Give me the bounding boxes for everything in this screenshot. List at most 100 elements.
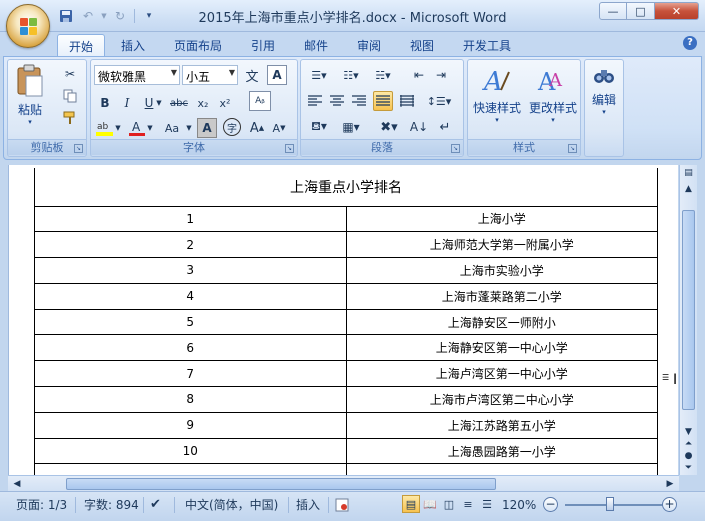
school-cell[interactable]: 上海市蓬莱路第二小学 xyxy=(345,282,658,310)
cut-icon[interactable]: ✂ xyxy=(60,64,80,84)
table-row[interactable]: 4 上海市蓬莱路第二小学 xyxy=(34,282,658,310)
school-cell[interactable]: 上海市实验小学 xyxy=(345,257,658,284)
bold-icon[interactable]: B xyxy=(95,93,115,113)
font-name-select[interactable]: 微软雅黑 ▼ xyxy=(94,65,180,85)
change-case-icon[interactable]: Aa xyxy=(159,118,185,138)
vertical-scroll-thumb[interactable] xyxy=(682,210,695,410)
borders-icon[interactable]: ▦▾ xyxy=(337,117,365,137)
distribute-icon[interactable] xyxy=(397,91,417,111)
previous-page-icon[interactable]: ⏶ xyxy=(682,438,695,450)
school-cell[interactable]: 上海市卢湾区第二中心小学 xyxy=(345,386,658,413)
table-row[interactable]: 2 上海师范大学第一附属小学 xyxy=(34,231,658,259)
format-painter-icon[interactable] xyxy=(60,108,80,128)
rank-cell[interactable]: 10 xyxy=(34,437,347,465)
zoom-in-icon[interactable]: + xyxy=(662,497,677,512)
chinese-layout-icon[interactable]: ✖▾ xyxy=(375,117,403,137)
quick-styles-button[interactable]: A 快速样式 ▾ xyxy=(470,64,524,124)
table-row[interactable]: 7 上海卢湾区第一中心小学 xyxy=(34,360,658,388)
zoom-level[interactable]: 120% xyxy=(502,496,536,514)
tab-view[interactable]: 视图 xyxy=(402,34,442,56)
rank-cell[interactable]: 9 xyxy=(34,411,347,439)
grow-font-icon[interactable]: A ▲ xyxy=(247,118,267,138)
numbering-icon[interactable]: ☷▾ xyxy=(337,65,365,85)
full-screen-reading-icon[interactable]: 📖 xyxy=(421,495,439,513)
help-icon[interactable]: ? xyxy=(683,36,697,50)
page-count[interactable]: 页面: 1/3 xyxy=(16,496,67,514)
phonetic-guide-icon[interactable]: 文 xyxy=(242,65,262,85)
scroll-right-icon[interactable]: ▶ xyxy=(663,476,677,492)
word-count[interactable]: 字数: 894 xyxy=(84,496,139,514)
bullets-icon[interactable]: ☰▾ xyxy=(305,65,333,85)
italic-icon[interactable]: I xyxy=(117,93,137,113)
clear-formatting-icon[interactable]: Aᵦ xyxy=(249,91,271,111)
scroll-up-icon[interactable]: ▲ xyxy=(682,183,695,195)
character-shading-icon[interactable]: A xyxy=(197,118,217,138)
tab-references[interactable]: 引用 xyxy=(243,34,283,56)
school-cell[interactable]: 上海静安区第一中心小学 xyxy=(345,334,658,362)
paste-button[interactable]: 粘贴 ▾ xyxy=(12,64,48,126)
styles-launcher-icon[interactable]: ↘ xyxy=(568,144,577,153)
font-size-select[interactable]: 小五 ▼ xyxy=(182,65,238,85)
change-case-dropdown-icon[interactable]: ▼ xyxy=(184,118,194,138)
rank-cell[interactable]: 8 xyxy=(34,386,347,413)
tab-mailings[interactable]: 邮件 xyxy=(296,34,336,56)
ruler-toggle-icon[interactable]: ▤ xyxy=(682,167,695,179)
shrink-font-icon[interactable]: A ▼ xyxy=(269,118,289,138)
strikethrough-icon[interactable]: abc xyxy=(167,93,191,113)
increase-indent-icon[interactable]: ⇥ xyxy=(431,65,451,85)
next-page-icon[interactable]: ⏷ xyxy=(682,462,695,474)
change-styles-button[interactable]: AA 更改样式 ▾ xyxy=(526,64,580,124)
document-page[interactable]: 上海重点小学排名 1 上海小学 2 上海师范大学第一附属小学 3 上海市实验小学 4 上海市蓬… xyxy=(8,165,678,475)
outline-view-icon[interactable]: ≡ xyxy=(459,495,477,513)
table-row[interactable] xyxy=(34,463,658,475)
rank-cell[interactable]: 7 xyxy=(34,360,347,388)
select-browse-object-icon[interactable]: ● xyxy=(682,450,695,462)
sort-icon[interactable]: A↓ xyxy=(409,117,429,137)
tab-page-layout[interactable]: 页面布局 xyxy=(167,34,229,56)
font-color-dropdown-icon[interactable]: ▼ xyxy=(145,118,155,138)
print-layout-view-icon[interactable]: ▤ xyxy=(402,495,420,513)
zoom-slider-knob[interactable] xyxy=(606,497,614,511)
table-row[interactable]: 8 上海市卢湾区第二中心小学 xyxy=(34,386,658,413)
school-cell[interactable] xyxy=(345,463,658,475)
school-cell[interactable]: 上海师范大学第一附属小学 xyxy=(345,231,658,259)
proofing-icon[interactable]: ✔ xyxy=(150,496,161,514)
subscript-icon[interactable]: x₂ xyxy=(193,93,213,113)
justify-icon[interactable] xyxy=(373,91,393,111)
align-center-icon[interactable] xyxy=(327,91,347,111)
rank-cell[interactable]: 5 xyxy=(34,308,347,336)
rank-cell[interactable]: 4 xyxy=(34,282,347,310)
align-left-icon[interactable] xyxy=(305,91,325,111)
table-row[interactable]: 9 上海江苏路第五小学 xyxy=(34,411,658,439)
school-cell[interactable]: 上海卢湾区第一中心小学 xyxy=(345,360,658,388)
ranking-table[interactable]: 上海重点小学排名 1 上海小学 2 上海师范大学第一附属小学 3 上海市实验小学 4 上海市蓬… xyxy=(34,168,658,475)
minimize-button[interactable]: — xyxy=(599,2,627,20)
shading-icon[interactable]: ⛾▾ xyxy=(305,117,333,137)
paragraph-launcher-icon[interactable]: ↘ xyxy=(451,144,460,153)
font-color-icon[interactable]: A xyxy=(127,118,147,138)
web-layout-icon[interactable]: ◫ xyxy=(440,495,458,513)
multilevel-list-icon[interactable]: ☵▾ xyxy=(369,65,397,85)
school-cell[interactable]: 上海江苏路第五小学 xyxy=(345,411,658,439)
superscript-icon[interactable]: x² xyxy=(215,93,235,113)
school-cell[interactable]: 上海静安区一师附小 xyxy=(345,308,658,336)
rank-cell[interactable]: 1 xyxy=(34,205,347,233)
rank-cell[interactable]: 2 xyxy=(34,231,347,259)
zoom-slider-track[interactable] xyxy=(565,504,665,506)
zoom-out-icon[interactable]: − xyxy=(543,497,558,512)
vertical-scrollbar[interactable]: ▤ ▲ ▼ ⏶ ● ⏷ xyxy=(679,165,697,475)
table-row[interactable]: 3 上海市实验小学 xyxy=(34,257,658,284)
decrease-indent-icon[interactable]: ⇤ xyxy=(409,65,429,85)
scroll-down-icon[interactable]: ▼ xyxy=(682,426,695,438)
horizontal-scrollbar[interactable]: ◀ ▶ xyxy=(8,475,679,491)
school-cell[interactable]: 上海愚园路第一小学 xyxy=(345,437,658,465)
horizontal-scroll-thumb[interactable] xyxy=(66,478,496,490)
highlight-dropdown-icon[interactable]: ▼ xyxy=(113,118,123,138)
show-marks-icon[interactable]: ↵ xyxy=(435,117,455,137)
maximize-button[interactable]: □ xyxy=(627,2,655,20)
rank-cell[interactable]: 3 xyxy=(34,257,347,284)
clipboard-launcher-icon[interactable]: ↘ xyxy=(74,144,83,153)
insert-mode[interactable]: 插入 xyxy=(296,496,320,514)
line-spacing-icon[interactable]: ↕☰▾ xyxy=(425,91,453,111)
table-row[interactable]: 6 上海静安区第一中心小学 xyxy=(34,334,658,362)
